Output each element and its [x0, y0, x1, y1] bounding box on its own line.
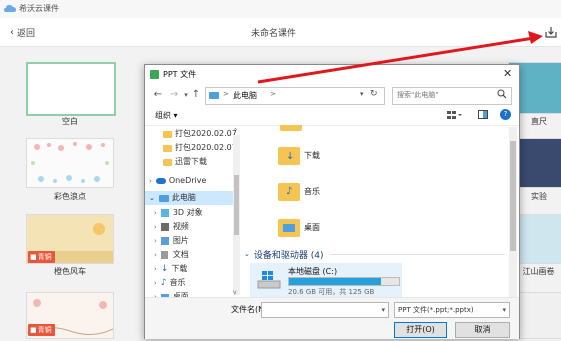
annotation-arrow-line	[257, 36, 535, 84]
annotation-arrow	[257, 31, 543, 84]
annotation-arrow-head	[528, 31, 543, 44]
